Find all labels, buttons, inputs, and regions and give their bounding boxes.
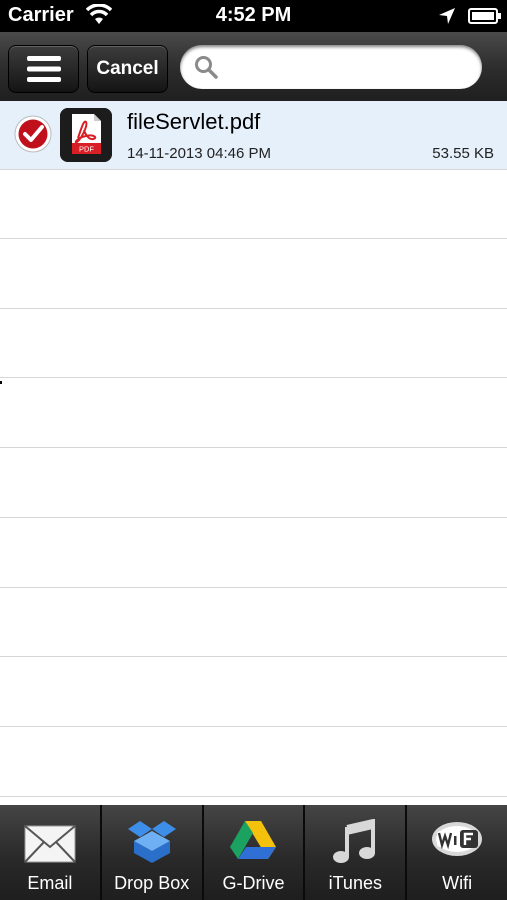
tab-label: G-Drive — [222, 873, 285, 893]
tab-label: iTunes — [328, 873, 382, 893]
svg-text:PDF: PDF — [79, 145, 94, 154]
empty-row — [0, 728, 507, 797]
tab-itunes[interactable]: iTunes — [305, 805, 408, 900]
pdf-icon: PDF — [60, 108, 112, 162]
empty-row — [0, 588, 507, 657]
file-size: 53.55 KB — [432, 145, 494, 162]
tab-email[interactable]: Email — [0, 805, 102, 900]
tab-label: Drop Box — [114, 873, 190, 893]
tab-label: Wifi — [442, 873, 473, 893]
tab-wifi[interactable]: Wifi — [407, 805, 507, 900]
search-bar[interactable] — [180, 45, 482, 89]
tab-dropbox[interactable]: Drop Box — [101, 805, 204, 900]
hamburger-icon — [26, 56, 61, 82]
wifi-badge-icon — [407, 819, 507, 865]
tab-gdrive[interactable]: G-Drive — [203, 805, 306, 900]
search-icon — [194, 55, 218, 84]
bottom-tab-bar: Email Drop Box G-Drive iTunes Wifi — [0, 805, 507, 900]
wifi-icon — [85, 3, 113, 31]
checkmark-icon[interactable] — [14, 115, 52, 153]
top-toolbar: Cancel — [0, 32, 507, 102]
empty-row — [0, 170, 507, 239]
google-drive-icon — [204, 819, 304, 865]
empty-row — [0, 519, 507, 588]
empty-row — [0, 449, 507, 518]
dropbox-icon — [102, 819, 202, 865]
music-note-icon — [305, 819, 405, 865]
file-date: 14-11-2013 04:46 PM — [127, 145, 271, 162]
empty-row — [0, 379, 507, 448]
cancel-button[interactable]: Cancel — [87, 45, 168, 93]
file-list: PDF fileServlet.pdf 14-11-2013 04:46 PM … — [0, 101, 507, 805]
battery-icon — [468, 8, 502, 29]
empty-row — [0, 309, 507, 378]
file-row[interactable]: PDF fileServlet.pdf 14-11-2013 04:46 PM … — [0, 101, 507, 170]
status-bar: Carrier 4:52 PM — [0, 0, 507, 32]
search-input[interactable] — [226, 53, 470, 83]
location-arrow-icon — [437, 6, 457, 31]
empty-row — [0, 658, 507, 727]
divider — [0, 381, 2, 384]
empty-row — [0, 240, 507, 309]
file-name: fileServlet.pdf — [127, 109, 261, 134]
carrier-label: Carrier — [8, 4, 74, 26]
envelope-icon — [0, 819, 100, 865]
tab-label: Email — [27, 873, 73, 893]
menu-button[interactable] — [8, 45, 79, 93]
clock: 4:52 PM — [215, 4, 292, 26]
